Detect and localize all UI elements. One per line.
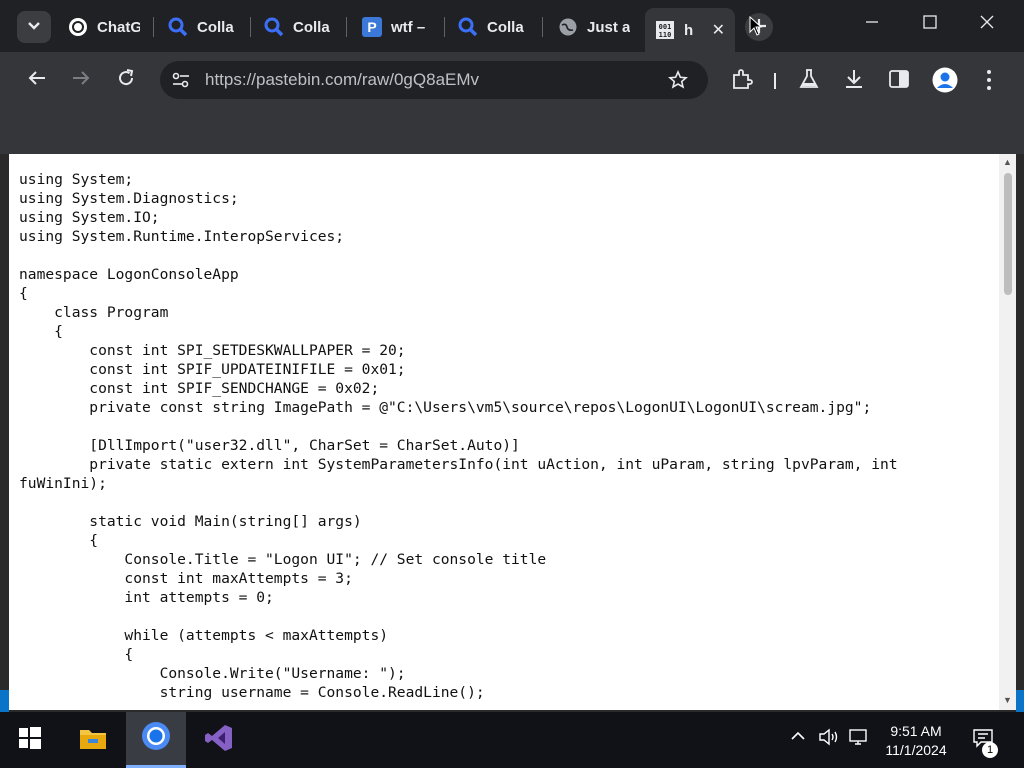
scroll-up-arrow-icon[interactable]: ▲: [1003, 157, 1012, 167]
show-hidden-icons-icon[interactable]: [790, 728, 806, 749]
windows-logo-icon: [19, 726, 41, 754]
pastebin-icon: P: [362, 17, 382, 37]
arrow-right-icon: [71, 68, 91, 93]
mouse-cursor-icon: [749, 15, 763, 41]
tab-divider: [153, 17, 154, 37]
more-menu-icon[interactable]: [986, 69, 992, 96]
system-clock[interactable]: 9:51 AM 11/1/2024: [872, 722, 960, 760]
browser-toolbar: https://pastebin.com/raw/0gQ8aEMv: [0, 52, 1024, 108]
taskbar-visual-studio[interactable]: [189, 712, 249, 768]
vertical-scrollbar[interactable]: ▲ ▼: [999, 154, 1016, 710]
tab-divider: [250, 17, 251, 37]
network-icon[interactable]: [848, 728, 870, 751]
star-icon[interactable]: [668, 70, 688, 95]
search-icon: [168, 17, 188, 37]
binary-file-icon: 001 110: [655, 20, 675, 40]
forward-button[interactable]: [67, 66, 95, 94]
tab-collab-2[interactable]: Colla: [264, 10, 336, 44]
back-button[interactable]: [23, 66, 51, 94]
tab-search-button[interactable]: [17, 11, 51, 43]
tab-title: Colla: [293, 18, 330, 36]
raw-code-text: using System; using System.Diagnostics; …: [19, 171, 898, 701]
svg-text:110: 110: [659, 31, 672, 39]
window-close-icon[interactable]: [979, 14, 995, 35]
folder-icon: [79, 726, 107, 755]
tab-title: Colla: [487, 18, 524, 36]
address-url[interactable]: https://pastebin.com/raw/0gQ8aEMv: [205, 70, 479, 90]
tab-active-raw[interactable]: 001 110 h ✕: [645, 8, 735, 52]
reload-icon: [116, 68, 136, 93]
site-info-icon[interactable]: [171, 71, 191, 94]
desktop-background: [0, 690, 9, 712]
tab-divider: [346, 17, 347, 37]
arrow-left-icon: [27, 68, 47, 93]
download-icon[interactable]: [843, 68, 865, 95]
tab-collab-1[interactable]: Colla: [168, 10, 240, 44]
tab-strip: ChatG Colla Colla P wtf – Colla Just a 0…: [0, 0, 1024, 52]
toolbar-divider: [774, 73, 776, 89]
tab-divider: [542, 17, 543, 37]
tab-title: wtf –: [391, 18, 426, 36]
volume-icon[interactable]: [818, 728, 840, 751]
svg-text:P: P: [367, 19, 376, 35]
maximize-icon[interactable]: [922, 14, 938, 35]
desktop-background: [1016, 690, 1024, 712]
profile-avatar-icon[interactable]: [932, 67, 958, 98]
tab-pastebin[interactable]: P wtf –: [362, 10, 434, 44]
tab-title: Just a: [587, 18, 630, 36]
taskbar-chrome[interactable]: [126, 712, 186, 768]
address-bar[interactable]: https://pastebin.com/raw/0gQ8aEMv: [160, 61, 708, 99]
clock-date: 11/1/2024: [885, 742, 947, 758]
tab-title: Colla: [197, 18, 234, 36]
minimize-icon[interactable]: [864, 14, 880, 35]
search-icon: [458, 17, 478, 37]
tab-divider: [444, 17, 445, 37]
chrome-icon: [141, 721, 171, 756]
close-tab-icon[interactable]: ✕: [712, 20, 725, 40]
svg-text:001: 001: [659, 23, 672, 31]
bookmarks-bar: [0, 108, 1024, 154]
tab-collab-3[interactable]: Colla: [458, 10, 530, 44]
globe-icon: [558, 17, 578, 37]
scroll-down-arrow-icon[interactable]: ▼: [1003, 695, 1012, 705]
visual-studio-icon: [204, 723, 234, 758]
reload-button[interactable]: [112, 66, 140, 94]
scrollbar-thumb[interactable]: [1004, 173, 1012, 295]
side-panel-icon[interactable]: [888, 68, 910, 95]
search-icon: [264, 17, 284, 37]
tab-chatgpt[interactable]: ChatG: [68, 10, 140, 44]
start-button[interactable]: [0, 712, 60, 768]
tab-title: h: [684, 21, 694, 39]
clock-time: 9:51 AM: [890, 723, 942, 739]
page-viewport: using System; using System.Diagnostics; …: [9, 154, 1016, 710]
labs-flask-icon[interactable]: [798, 68, 820, 95]
windows-taskbar: 9:51 AM 11/1/2024 1: [0, 712, 1024, 768]
extensions-icon[interactable]: [731, 68, 753, 95]
notification-count-badge: 1: [982, 742, 998, 758]
tab-title: ChatG: [97, 18, 140, 36]
chevron-down-icon: [27, 18, 41, 36]
tab-just-a-moment[interactable]: Just a: [558, 10, 630, 44]
taskbar-file-explorer[interactable]: [63, 712, 123, 768]
chatgpt-icon: [68, 17, 88, 37]
